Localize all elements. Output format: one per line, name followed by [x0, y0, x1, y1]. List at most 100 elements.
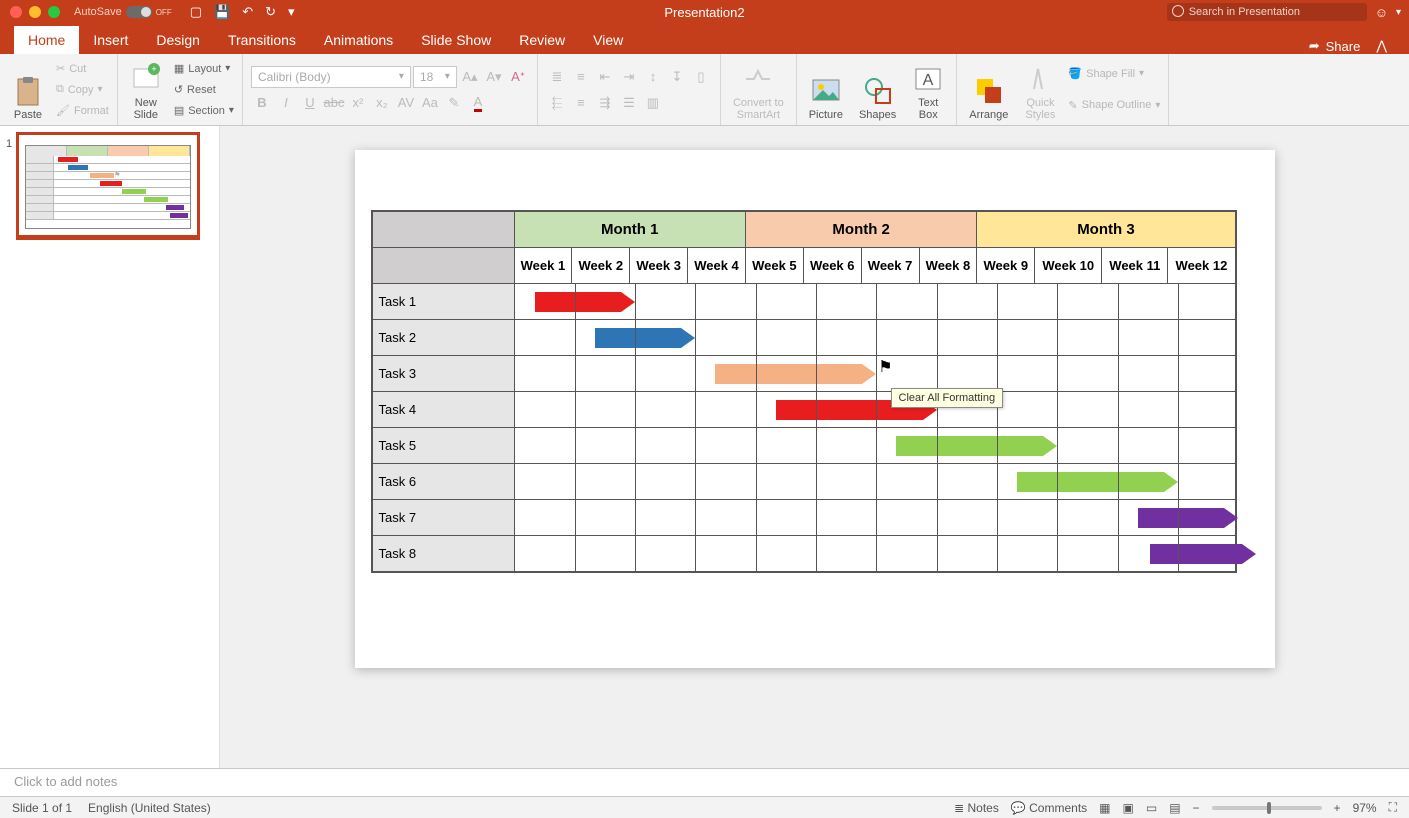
notes-pane[interactable]: Click to add notes [0, 768, 1409, 796]
new-slide-icon: + [130, 63, 162, 95]
zoom-level[interactable]: 97% [1353, 801, 1377, 815]
strike-button[interactable]: abc [323, 92, 345, 114]
paste-button[interactable]: Paste [8, 58, 48, 121]
shape-outline-button[interactable]: ✎Shape Outline▾ [1068, 98, 1160, 113]
tab-design[interactable]: Design [142, 26, 214, 54]
reset-button[interactable]: ↺Reset [174, 82, 234, 97]
slideshow-view-icon[interactable]: ▤ [1169, 801, 1180, 815]
zoom-out-button[interactable]: − [1193, 801, 1200, 815]
notes-toggle[interactable]: ≣ Notes [954, 801, 999, 815]
convert-label: Convert to SmartArt [733, 97, 784, 121]
convert-smartart-button[interactable]: Convert to SmartArt [729, 58, 788, 121]
week-6: Week 6 [803, 248, 861, 284]
line-spacing-button[interactable]: ↕ [642, 66, 664, 88]
highlight-button[interactable]: ✎ [443, 92, 465, 114]
tab-view[interactable]: View [579, 26, 637, 54]
group-clipboard: Paste ✂Cut ⧉Copy▾ 🖌Format [0, 54, 118, 125]
gantt-bar[interactable] [595, 328, 696, 348]
svg-text:+: + [151, 64, 156, 74]
align-center-button[interactable]: ≡ [570, 92, 592, 114]
gantt-corner [372, 212, 514, 248]
align-right-button[interactable]: ⇶ [594, 92, 616, 114]
columns-button[interactable]: ▥ [642, 92, 664, 114]
week-10: Week 10 [1035, 248, 1102, 284]
section-button[interactable]: ▤Section▾ [174, 103, 234, 118]
gantt-bar[interactable] [1138, 508, 1239, 528]
bullets-button[interactable]: ≣ [546, 66, 568, 88]
picture-label: Picture [809, 109, 843, 121]
quick-styles-button[interactable]: Quick Styles [1020, 58, 1060, 121]
share-button[interactable]: ➦ Share ⋀ [1309, 38, 1395, 54]
italic-button[interactable]: I [275, 92, 297, 114]
picture-button[interactable]: Picture [805, 58, 847, 121]
zoom-in-button[interactable]: + [1334, 801, 1341, 815]
tab-review[interactable]: Review [505, 26, 579, 54]
shapes-button[interactable]: Shapes [855, 58, 900, 121]
collapse-ribbon-icon[interactable]: ⋀ [1376, 38, 1387, 54]
numbering-button[interactable]: ≡ [570, 66, 592, 88]
gantt-bar[interactable] [715, 364, 876, 384]
slide[interactable]: Month 1 Month 2 Month 3 Week 1 Week 2 We… [355, 150, 1275, 668]
increase-indent-button[interactable]: ⇥ [618, 66, 640, 88]
week-5: Week 5 [745, 248, 803, 284]
milestone-flag-icon[interactable]: ⚑ [878, 360, 892, 376]
underline-button[interactable]: U [299, 92, 321, 114]
fit-to-window-icon[interactable]: ⛶ [1389, 800, 1397, 815]
tab-slideshow[interactable]: Slide Show [407, 26, 505, 54]
zoom-slider[interactable] [1212, 806, 1322, 810]
font-name-value: Calibri (Body) [258, 70, 331, 84]
group-paragraph: ≣ ≡ ⇤ ⇥ ↕ ↧ ▯ ⬱ ≡ ⇶ ☰ ▥ [538, 54, 721, 125]
gantt-chart[interactable]: Month 1 Month 2 Month 3 Week 1 Week 2 We… [371, 210, 1237, 573]
font-size-value: 18 [420, 70, 433, 84]
gantt-track [514, 284, 1235, 320]
group-arrange: Arrange Quick Styles 🪣Shape Fill▾ ✎Shape… [957, 54, 1169, 125]
normal-view-icon[interactable]: ▦ [1099, 801, 1110, 815]
clear-formatting-button[interactable]: Aᐩ [507, 66, 529, 88]
slide-canvas-area[interactable]: Month 1 Month 2 Month 3 Week 1 Week 2 We… [220, 126, 1409, 768]
section-label: Section [188, 105, 225, 117]
subscript-button[interactable]: x₂ [371, 92, 393, 114]
slide-thumbnails-panel[interactable]: 1 ⚑ [0, 126, 220, 768]
copy-button[interactable]: ⧉Copy▾ [56, 82, 109, 97]
decrease-indent-button[interactable]: ⇤ [594, 66, 616, 88]
font-color-button[interactable]: A [467, 92, 489, 114]
gantt-bar[interactable] [535, 292, 636, 312]
grow-font-button[interactable]: A▴ [459, 66, 481, 88]
comments-toggle[interactable]: 💬 Comments [1011, 801, 1087, 815]
sorter-view-icon[interactable]: ▣ [1123, 801, 1134, 815]
font-size-select[interactable]: 18▾ [413, 66, 457, 88]
tab-home[interactable]: Home [14, 26, 79, 54]
shapes-icon [862, 75, 894, 107]
reading-view-icon[interactable]: ▭ [1146, 801, 1157, 815]
textbox-button[interactable]: A Text Box [908, 58, 948, 121]
gantt-bar[interactable] [1017, 472, 1178, 492]
font-name-select[interactable]: Calibri (Body)▾ [251, 66, 411, 88]
arrange-button[interactable]: Arrange [965, 58, 1012, 121]
search-input[interactable] [1167, 3, 1367, 21]
char-spacing-button[interactable]: AV [395, 92, 417, 114]
new-slide-button[interactable]: + New Slide [126, 58, 166, 121]
thumbnail-1[interactable]: 1 ⚑ [6, 134, 213, 238]
text-direction-button[interactable]: ↧ [666, 66, 688, 88]
tab-animations[interactable]: Animations [310, 26, 407, 54]
change-case-button[interactable]: Aa [419, 92, 441, 114]
bold-button[interactable]: B [251, 92, 273, 114]
reset-icon: ↺ [174, 83, 183, 96]
justify-button[interactable]: ☰ [618, 92, 640, 114]
superscript-button[interactable]: x² [347, 92, 369, 114]
align-left-button[interactable]: ⬱ [546, 92, 568, 114]
align-text-button[interactable]: ▯ [690, 66, 712, 88]
chevron-down-icon: ▾ [229, 105, 234, 116]
shrink-font-button[interactable]: A▾ [483, 66, 505, 88]
shape-fill-button[interactable]: 🪣Shape Fill▾ [1068, 66, 1160, 81]
format-painter-button[interactable]: 🖌Format [56, 103, 109, 118]
gantt-bar[interactable] [1150, 544, 1257, 564]
gantt-bar[interactable] [896, 436, 1057, 456]
cut-button[interactable]: ✂Cut [56, 61, 109, 76]
tab-insert[interactable]: Insert [79, 26, 142, 54]
language-indicator[interactable]: English (United States) [88, 801, 211, 815]
share-label: Share [1326, 39, 1361, 54]
chevron-down-icon: ▾ [225, 63, 230, 74]
layout-button[interactable]: ▦Layout▾ [174, 61, 234, 76]
tab-transitions[interactable]: Transitions [214, 26, 310, 54]
